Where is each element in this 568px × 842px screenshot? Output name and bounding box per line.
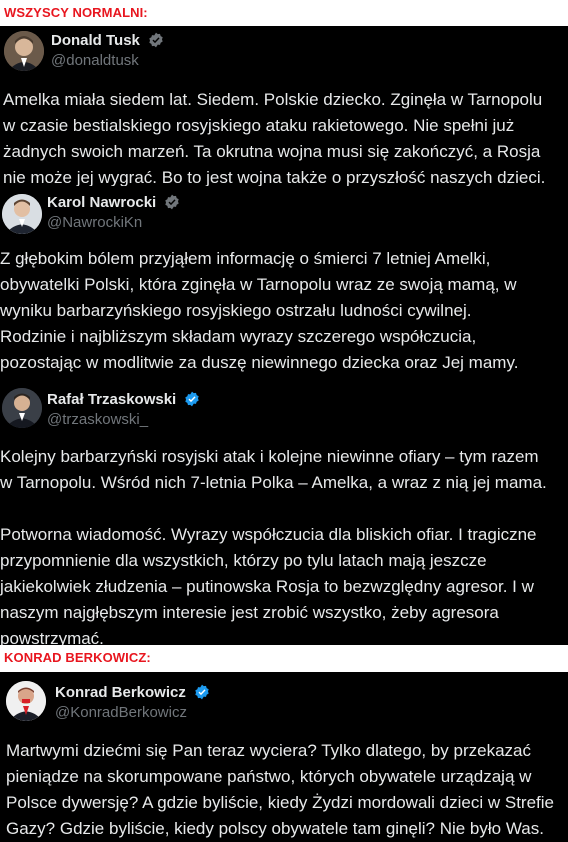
text-line: Amelka miała siedem lat. Siedem. Polskie…: [3, 90, 543, 109]
post-text: Amelka miała siedem lat. Siedem. Polskie…: [3, 87, 545, 191]
text-line: Z głębokim bólem przyjąłem informację o …: [0, 249, 491, 268]
post-text: Martwymi dziećmi się Pan teraz wyciera? …: [6, 738, 554, 842]
text-line: jakiekolwiek złudzenia – putinowska Rosj…: [0, 577, 534, 596]
text-line: Martwymi dziećmi się Pan teraz wyciera? …: [6, 741, 531, 760]
text-line: Rodzinie i najbliższym składam wyrazy sz…: [0, 327, 477, 346]
post-trzaskowski[interactable]: Rafał Trzaskowski @trzaskowski_ Kolejny …: [0, 382, 568, 648]
text-line: w czasie bestialskiego rosyjskiego ataku…: [3, 116, 515, 135]
text-line: naszym najgłębszym interesie jest zrobić…: [0, 603, 499, 622]
verified-badge-icon: [165, 194, 180, 210]
avatar-image: [2, 388, 42, 428]
post-berkowicz[interactable]: Konrad Berkowicz @KonradBerkowicz Martwy…: [0, 672, 568, 838]
avatar-image: [2, 194, 42, 234]
avatar[interactable]: [4, 31, 44, 71]
post-text: Kolejny barbarzyński rosyjski atak i kol…: [0, 444, 547, 652]
text-line: przypomnienie dla wszystkich, którzy po …: [0, 551, 487, 570]
text-line: pieniądze na skorumpowane państwo, który…: [6, 767, 532, 786]
post-nawrocki[interactable]: Karol Nawrocki @NawrockiKn Z głębokim bó…: [0, 186, 568, 382]
verified-badge-icon: [195, 684, 209, 700]
author-handle[interactable]: @KonradBerkowicz: [55, 704, 187, 721]
avatar-image: [4, 31, 44, 71]
post-text: Z głębokim bólem przyjąłem informację o …: [0, 246, 518, 376]
section-banner-bottom: KONRAD BERKOWICZ:: [0, 645, 568, 672]
text-line: Potworna wiadomość. Wyrazy współczucia d…: [0, 525, 537, 544]
verified-badge-icon: [149, 32, 163, 48]
avatar[interactable]: [2, 194, 42, 234]
banner-label: KONRAD BERKOWICZ:: [4, 650, 151, 665]
text-line: Polsce dywersję? A gdzie byliście, kiedy…: [6, 793, 555, 812]
avatar[interactable]: [6, 681, 46, 721]
avatar[interactable]: [2, 388, 42, 428]
text-line: wyniku barbarzyńskiego rosyjskiego ostrz…: [0, 301, 472, 320]
text-line: w Tarnopolu. Wśród nich 7-letnia Polka –…: [0, 473, 547, 492]
author-name[interactable]: Konrad Berkowicz: [55, 684, 210, 701]
text-line: Gazy? Gdzie byliście, kiedy polscy obywa…: [6, 819, 544, 838]
avatar-image: [6, 681, 46, 721]
text-line: żadnych swoich marzeń. Ta okrutna wojna …: [3, 142, 541, 161]
author-name[interactable]: Rafał Trzaskowski: [47, 391, 200, 408]
text-line: pozostając w modlitwie za duszę niewinne…: [0, 353, 519, 372]
author-name[interactable]: Donald Tusk: [51, 32, 164, 49]
author-handle[interactable]: @donaldtusk: [51, 52, 139, 69]
verified-badge-icon: [185, 391, 200, 407]
section-banner-top: WSZYSCY NORMALNI:: [0, 0, 568, 26]
text-line: Kolejny barbarzyński rosyjski atak i kol…: [0, 447, 539, 466]
author-name[interactable]: Karol Nawrocki: [47, 194, 180, 211]
banner-label: WSZYSCY NORMALNI:: [4, 5, 148, 20]
author-handle[interactable]: @NawrockiKn: [47, 214, 142, 231]
author-handle[interactable]: @trzaskowski_: [47, 411, 148, 428]
post-tusk[interactable]: Donald Tusk @donaldtusk Amelka miała sie…: [0, 26, 568, 187]
text-line: obywatelki Polski, która zginęła w Tarno…: [0, 275, 517, 294]
